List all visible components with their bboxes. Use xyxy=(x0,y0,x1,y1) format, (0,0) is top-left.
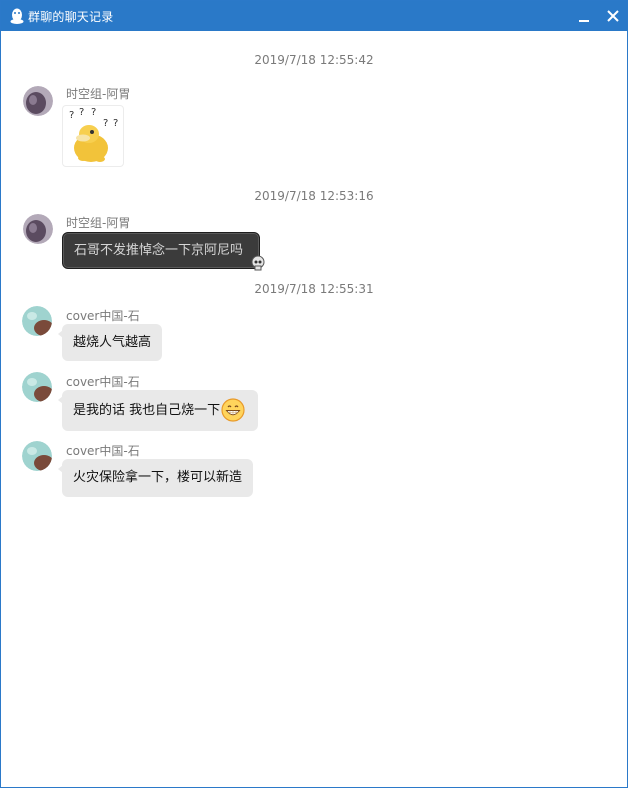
avatar[interactable] xyxy=(22,306,52,336)
svg-text:?: ? xyxy=(79,107,84,118)
message-bubble[interactable]: 越烧人气越高 xyxy=(57,324,163,361)
qq-penguin-icon xyxy=(10,8,24,24)
svg-text:?: ? xyxy=(113,118,118,129)
avatar[interactable] xyxy=(22,441,52,471)
message-bubble[interactable]: 石哥不发推悼念一下京阿尼吗 xyxy=(62,232,260,269)
sender-name: cover中国-石 xyxy=(66,375,140,389)
sender-name: cover中国-石 xyxy=(66,309,140,323)
message-timestamp: 2019/7/18 12:55:42 xyxy=(254,53,374,67)
close-icon xyxy=(607,10,619,22)
message-bubble[interactable]: 火灾保险拿一下，楼可以新造 xyxy=(57,459,254,497)
message-bubble[interactable]: 是我的话 我也自己烧一下 xyxy=(57,390,259,431)
minimize-button[interactable] xyxy=(573,5,595,27)
close-button[interactable] xyxy=(602,5,624,27)
svg-text:?: ? xyxy=(69,110,74,121)
avatar[interactable] xyxy=(22,372,52,402)
window-title: 群聊的聊天记录 xyxy=(28,10,114,24)
message-text: 是我的话 我也自己烧一下 xyxy=(73,403,221,418)
message-list[interactable]: 2019/7/18 12:55:42 时空组-阿胃 ??? ?? 2019/7/… xyxy=(1,31,627,787)
message-timestamp: 2019/7/18 12:53:16 xyxy=(254,189,374,203)
chat-history-window: 群聊的聊天记录 2019/7/18 12:55:42 时空组-阿胃 ??? ?? xyxy=(0,0,628,788)
skull-icon xyxy=(251,255,265,271)
message-timestamp: 2019/7/18 12:55:31 xyxy=(254,282,374,296)
confused-duck-sticker[interactable]: ??? ?? xyxy=(62,105,124,167)
sender-name: cover中国-石 xyxy=(66,444,140,458)
grin-emoji-icon xyxy=(221,398,245,422)
svg-text:?: ? xyxy=(103,118,108,129)
sender-name: 时空组-阿胃 xyxy=(66,87,131,101)
avatar[interactable] xyxy=(23,214,53,244)
title-bar: 群聊的聊天记录 xyxy=(1,1,627,31)
avatar[interactable] xyxy=(23,86,53,116)
sender-name: 时空组-阿胃 xyxy=(66,216,131,230)
svg-text:?: ? xyxy=(91,107,96,118)
